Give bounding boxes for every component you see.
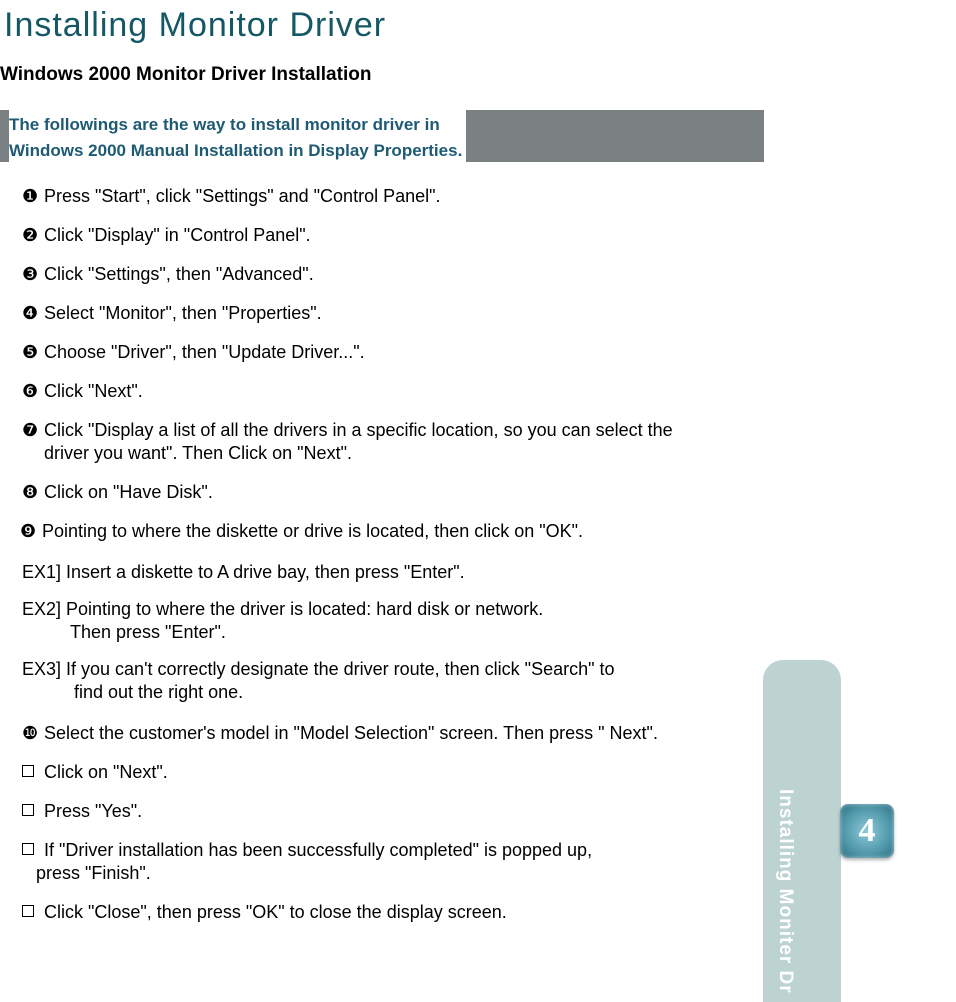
step-12: Press "Yes". bbox=[22, 800, 762, 823]
step-text: Click "Close", then press "OK" to close … bbox=[44, 902, 507, 922]
step-14: Click "Close", then press "OK" to close … bbox=[22, 901, 762, 924]
steps-list: ❶ Press "Start", click "Settings" and "C… bbox=[22, 185, 762, 924]
page-title: Installing Monitor Driver bbox=[4, 6, 386, 45]
intro-line-1: The followings are the way to install mo… bbox=[9, 115, 440, 134]
bullet-icon: ❺ bbox=[22, 341, 38, 364]
example-2: EX2] Pointing to where the driver is loc… bbox=[22, 598, 762, 644]
bullet-icon: ❾ bbox=[20, 520, 36, 543]
step-text: Pointing to where the diskette or drive … bbox=[42, 521, 583, 541]
bullet-icon: ❼ bbox=[22, 419, 38, 442]
step-5: ❺ Choose "Driver", then "Update Driver..… bbox=[22, 341, 762, 364]
step-4: ❹ Select "Monitor", then "Properties". bbox=[22, 302, 762, 325]
step-8: ❽ Click on "Have Disk". bbox=[22, 481, 762, 504]
bullet-icon: ❶ bbox=[22, 185, 38, 208]
step-7: ❼ Click "Display a list of all the drive… bbox=[22, 419, 762, 465]
step-text: Click on "Have Disk". bbox=[44, 482, 213, 502]
step-text-cont: driver you want". Then Click on "Next". bbox=[44, 443, 352, 463]
side-tab-label: Installing Moniter Dr bbox=[774, 789, 796, 994]
square-bullet-icon bbox=[22, 804, 34, 816]
page-root: Installing Monitor Driver Windows 2000 M… bbox=[0, 0, 956, 1002]
step-text: Click "Settings", then "Advanced". bbox=[44, 264, 314, 284]
bullet-icon: ❿ bbox=[22, 722, 38, 745]
intro-banner: The followings are the way to install mo… bbox=[0, 110, 764, 162]
chapter-number: 4 bbox=[859, 812, 876, 850]
square-bullet-icon bbox=[22, 905, 34, 917]
step-2: ❷ Click "Display" in "Control Panel". bbox=[22, 224, 762, 247]
example-1: EX1] Insert a diskette to A drive bay, t… bbox=[22, 561, 762, 584]
square-bullet-icon bbox=[22, 765, 34, 777]
step-text: Choose "Driver", then "Update Driver..."… bbox=[44, 342, 365, 362]
step-11: Click on "Next". bbox=[22, 761, 762, 784]
step-3: ❸ Click "Settings", then "Advanced". bbox=[22, 263, 762, 286]
intro-line-2: Windows 2000 Manual Installation in Disp… bbox=[9, 141, 462, 160]
step-text: If "Driver installation has been success… bbox=[44, 840, 592, 860]
example-text: EX2] Pointing to where the driver is loc… bbox=[22, 599, 543, 619]
step-1: ❶ Press "Start", click "Settings" and "C… bbox=[22, 185, 762, 208]
example-text-cont: find out the right one. bbox=[22, 681, 762, 704]
step-text: Press "Yes". bbox=[44, 801, 142, 821]
step-10: ❿ Select the customer's model in "Model … bbox=[22, 722, 762, 745]
step-13: If "Driver installation has been success… bbox=[22, 839, 762, 885]
step-text: Click on "Next". bbox=[44, 762, 168, 782]
step-text: Click "Display" in "Control Panel". bbox=[44, 225, 311, 245]
step-text: Click "Next". bbox=[44, 381, 143, 401]
bullet-icon: ❷ bbox=[22, 224, 38, 247]
bullet-icon: ❻ bbox=[22, 380, 38, 403]
step-text: Click "Display a list of all the drivers… bbox=[44, 420, 673, 440]
step-9: ❾ Pointing to where the diskette or driv… bbox=[22, 520, 762, 543]
step-text: Select "Monitor", then "Properties". bbox=[44, 303, 322, 323]
chapter-badge: 4 bbox=[840, 804, 894, 858]
example-text: EX1] Insert a diskette to A drive bay, t… bbox=[22, 562, 465, 582]
step-6: ❻ Click "Next". bbox=[22, 380, 762, 403]
step-text-cont: press "Finish". bbox=[36, 863, 151, 883]
step-text: Select the customer's model in "Model Se… bbox=[44, 723, 658, 743]
bullet-icon: ❸ bbox=[22, 263, 38, 286]
bullet-icon: ❽ bbox=[22, 481, 38, 504]
square-bullet-icon bbox=[22, 843, 34, 855]
example-3: EX3] If you can't correctly designate th… bbox=[22, 658, 762, 704]
step-text: Press "Start", click "Settings" and "Con… bbox=[44, 186, 441, 206]
intro-text: The followings are the way to install mo… bbox=[9, 110, 466, 166]
section-subtitle: Windows 2000 Monitor Driver Installation bbox=[0, 64, 371, 86]
example-text-cont: Then press "Enter". bbox=[22, 621, 762, 644]
example-text: EX3] If you can't correctly designate th… bbox=[22, 659, 615, 679]
bullet-icon: ❹ bbox=[22, 302, 38, 325]
